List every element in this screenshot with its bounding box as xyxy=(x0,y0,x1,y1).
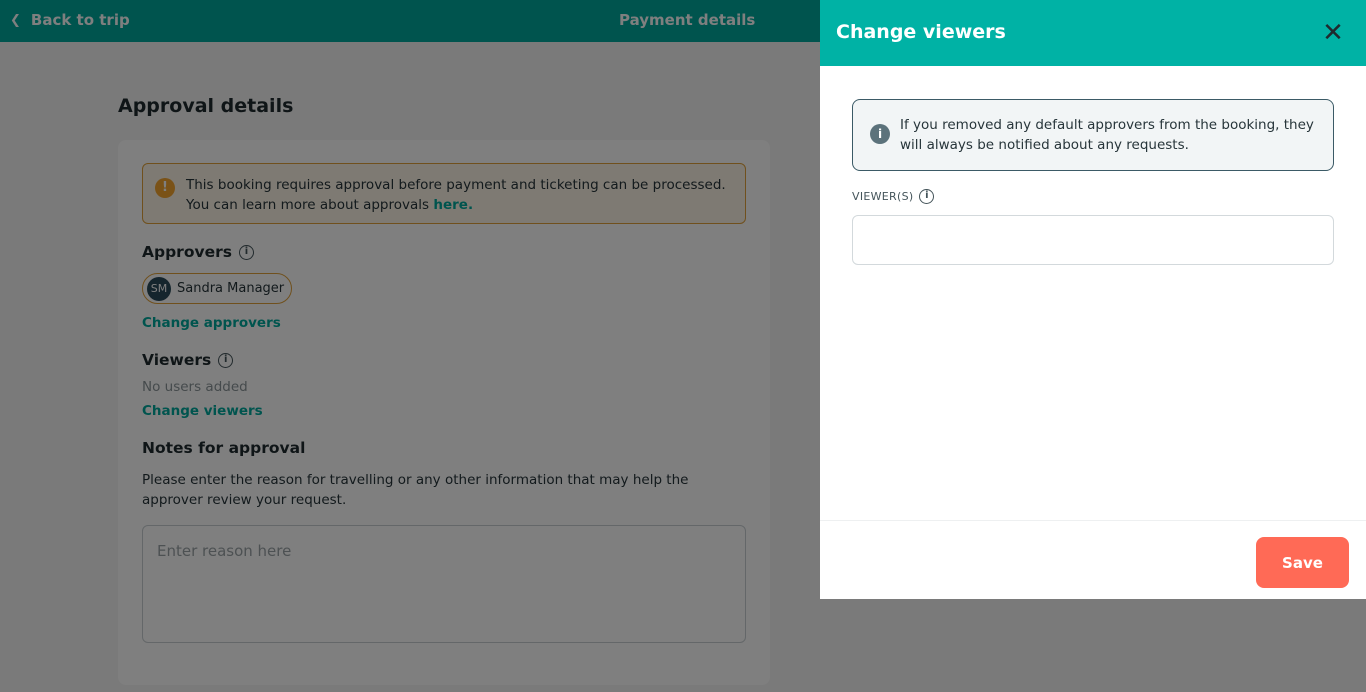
info-icon: i xyxy=(870,124,890,144)
change-viewers-drawer: Change viewers ✕ i If you removed any de… xyxy=(820,0,1366,599)
info-callout: i If you removed any default approvers f… xyxy=(852,99,1334,171)
viewers-input[interactable] xyxy=(852,215,1334,265)
viewers-label: VIEWER(S) i xyxy=(852,189,935,204)
save-button[interactable]: Save xyxy=(1256,537,1349,588)
info-callout-text: If you removed any default approvers fro… xyxy=(900,117,1314,153)
drawer-footer: Save xyxy=(820,520,1366,599)
close-icon[interactable]: ✕ xyxy=(1318,18,1348,48)
info-icon[interactable]: i xyxy=(919,189,935,204)
viewers-label-text: VIEWER(S) xyxy=(852,190,914,203)
drawer-header: Change viewers ✕ xyxy=(820,0,1366,66)
drawer-title: Change viewers xyxy=(836,21,1006,43)
